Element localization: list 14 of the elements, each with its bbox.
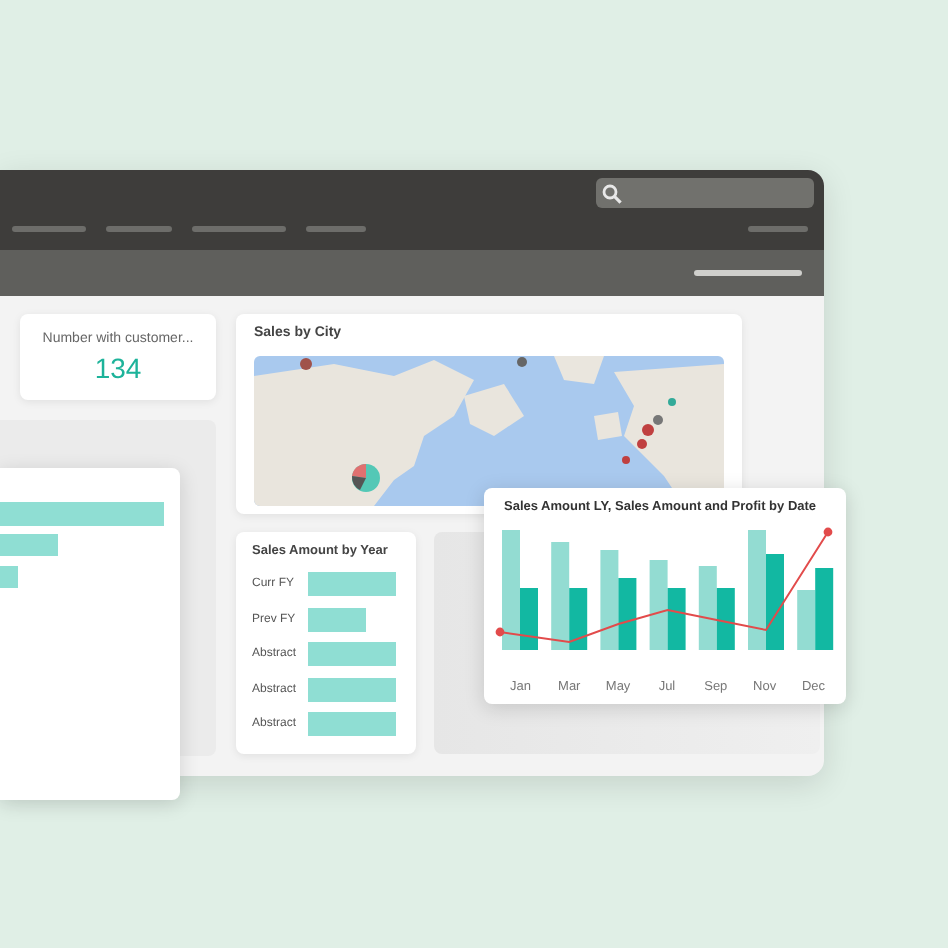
bar [308, 607, 367, 632]
menu-placeholder[interactable] [106, 226, 172, 232]
kpi-value: 134 [94, 351, 142, 383]
bar [308, 677, 396, 702]
menu-placeholder[interactable] [192, 226, 286, 232]
search-field[interactable] [596, 178, 814, 208]
bar [308, 572, 396, 597]
menu-placeholder[interactable] [12, 226, 86, 232]
menu-placeholder[interactable] [306, 226, 366, 232]
menu-placeholder[interactable] [748, 226, 808, 232]
toolbar-placeholder[interactable] [694, 270, 802, 276]
bar [308, 642, 396, 667]
bar [308, 712, 396, 737]
search-icon [602, 183, 622, 203]
